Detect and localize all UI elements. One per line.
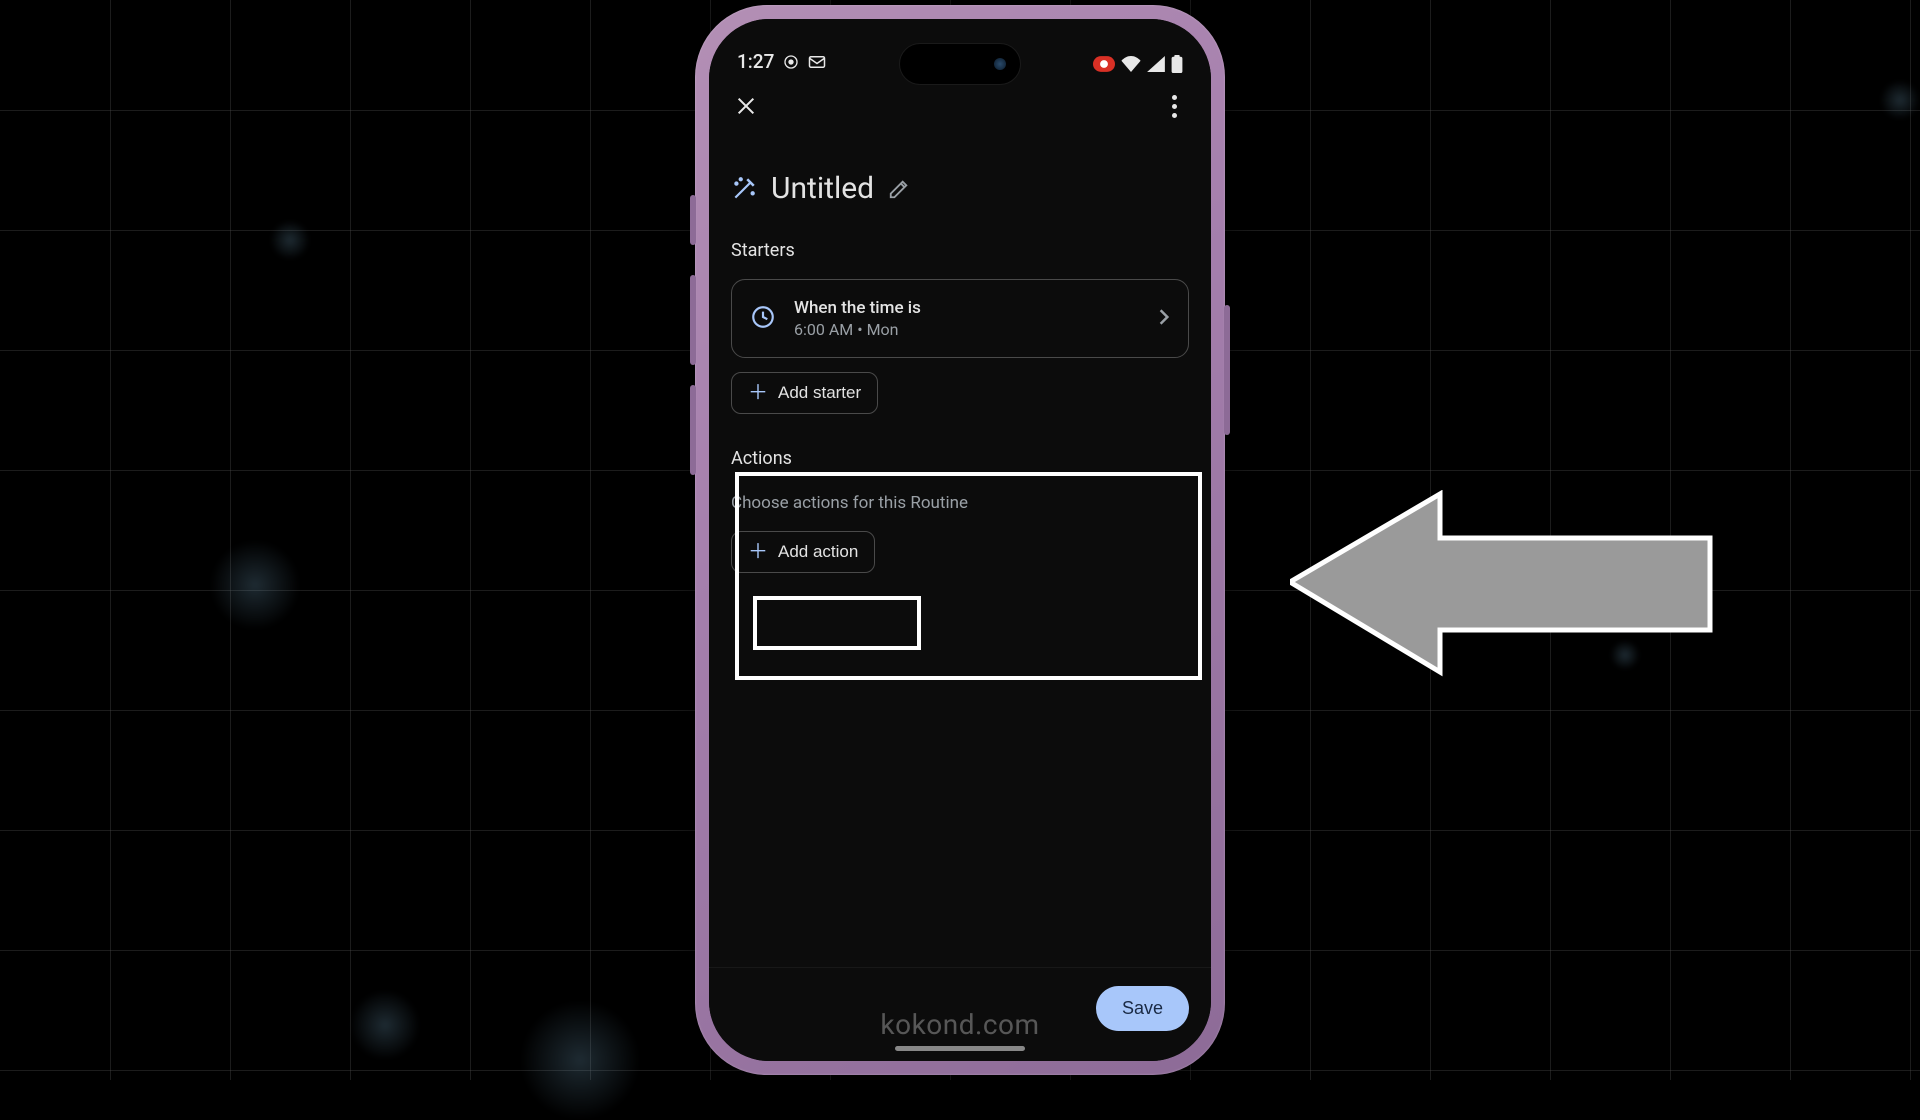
add-action-label: Add action: [778, 542, 858, 562]
battery-icon: [1171, 55, 1183, 73]
watermark: kokond.com: [880, 1008, 1039, 1041]
nav-handle[interactable]: [895, 1046, 1025, 1051]
starters-section-label: Starters: [731, 240, 1189, 261]
add-starter-button[interactable]: ＋ Add starter: [731, 372, 878, 414]
signal-icon: [1147, 56, 1165, 72]
close-button[interactable]: [731, 91, 761, 121]
close-icon: [735, 95, 757, 117]
content: Untitled Starters When the time is 6:00 …: [709, 137, 1211, 967]
add-starter-label: Add starter: [778, 383, 861, 403]
save-button[interactable]: Save: [1096, 986, 1189, 1031]
starter-subtitle: 6:00 AM • Mon: [794, 320, 1140, 339]
chevron-right-icon: [1158, 308, 1170, 330]
pencil-icon: [888, 178, 910, 200]
plus-icon: ＋: [748, 542, 768, 562]
clock-icon: [750, 304, 776, 334]
more-options-button[interactable]: [1159, 91, 1189, 121]
starter-title: When the time is: [794, 298, 1140, 318]
edit-title-button[interactable]: [888, 178, 910, 200]
plus-icon: ＋: [748, 383, 768, 403]
starter-item[interactable]: When the time is 6:00 AM • Mon: [731, 279, 1189, 358]
add-action-button[interactable]: ＋ Add action: [731, 531, 875, 573]
status-time: 1:27: [737, 50, 774, 73]
wand-icon: [731, 176, 757, 202]
annotation-arrow: [1290, 490, 1720, 684]
wifi-icon: [1121, 56, 1141, 72]
more-vert-icon: [1172, 95, 1177, 100]
record-badge-icon: [1093, 56, 1115, 72]
target-icon: [783, 54, 799, 70]
screen: 1:27: [709, 19, 1211, 1061]
gmail-icon: [808, 55, 826, 69]
phone-frame: 1:27: [695, 5, 1225, 1075]
routine-title: Untitled: [771, 171, 874, 206]
camera-cutout: [899, 43, 1021, 85]
title-row: Untitled: [731, 171, 1189, 206]
actions-description: Choose actions for this Routine: [731, 493, 1189, 513]
actions-section-label: Actions: [731, 448, 1189, 469]
